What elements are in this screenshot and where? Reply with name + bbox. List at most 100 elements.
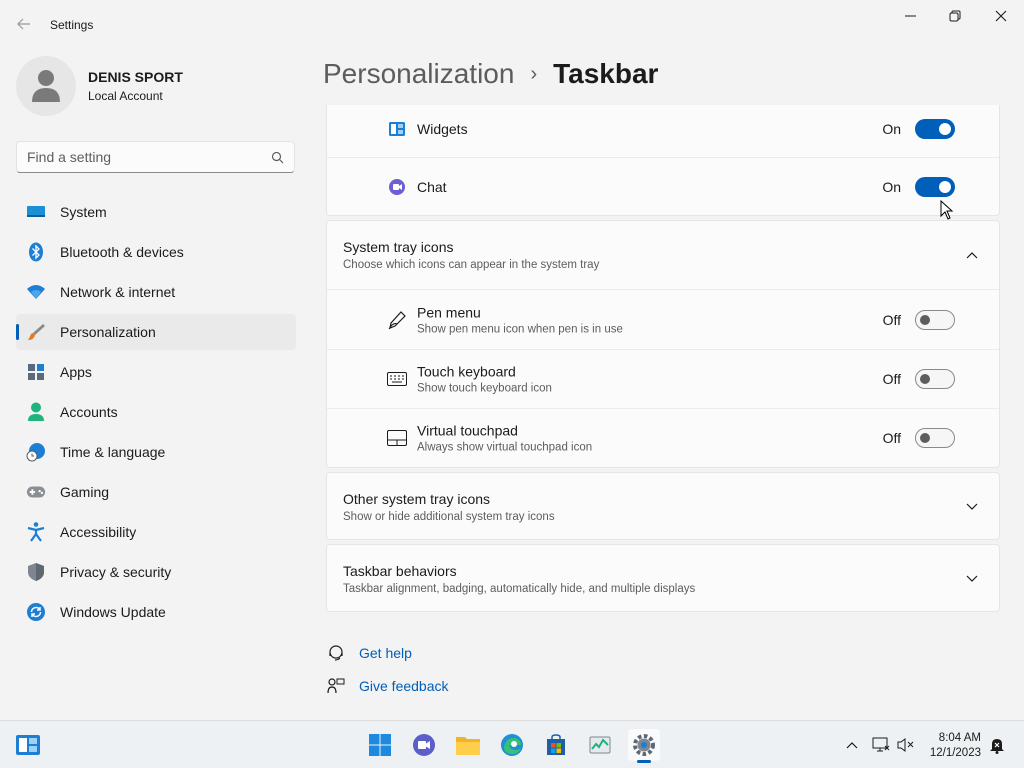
search-icon[interactable] <box>271 151 284 164</box>
sidebar-item-bluetooth[interactable]: Bluetooth & devices <box>16 234 296 270</box>
avatar <box>16 56 76 116</box>
chat-state: On <box>882 178 901 195</box>
back-button[interactable] <box>10 10 38 38</box>
widgets-row: Widgets On <box>327 105 999 157</box>
chat-icon <box>413 734 435 756</box>
file-explorer-button[interactable] <box>452 729 484 761</box>
virtual-touchpad-toggle[interactable] <box>915 428 955 448</box>
task-manager-icon <box>589 736 611 754</box>
clock[interactable]: 8:04 AM 12/1/2023 <box>930 731 981 761</box>
app-title: Settings <box>50 18 94 32</box>
get-help-link[interactable]: Get help <box>326 642 449 664</box>
minimize-button[interactable] <box>887 0 933 32</box>
pen-menu-sub: Show pen menu icon when pen is in use <box>417 323 623 335</box>
give-feedback-link[interactable]: Give feedback <box>326 675 449 697</box>
globe-clock-icon <box>26 442 46 462</box>
touch-keyboard-toggle[interactable] <box>915 369 955 389</box>
store-icon <box>547 734 565 755</box>
sidebar-item-accounts[interactable]: Accounts <box>16 394 296 430</box>
chevron-down-icon[interactable] <box>965 571 979 585</box>
user-icon <box>32 70 60 102</box>
accounts-icon <box>26 402 46 422</box>
clock-time: 8:04 AM <box>938 732 981 744</box>
sidebar-item-privacy[interactable]: Privacy & security <box>16 554 296 590</box>
maximize-button[interactable] <box>932 0 978 32</box>
wifi-icon <box>26 282 46 302</box>
close-button[interactable] <box>978 0 1024 32</box>
chevron-down-icon[interactable] <box>965 499 979 513</box>
taskbar-items-card: Widgets On Chat On <box>326 105 1000 216</box>
task-manager-button[interactable] <box>584 729 616 761</box>
other-tray-title: Other system tray icons <box>343 491 491 507</box>
system-tray-title: System tray icons <box>343 239 454 255</box>
pen-icon <box>387 310 407 330</box>
start-button[interactable] <box>364 729 396 761</box>
notification-bell-icon <box>990 739 1004 754</box>
chat-label: Chat <box>417 178 447 195</box>
profile-name: DENIS SPORT <box>88 69 183 85</box>
sidebar-item-label: Accessibility <box>60 524 137 540</box>
sidebar-item-label: Apps <box>60 364 92 380</box>
minimize-icon <box>904 15 916 17</box>
arrow-left-icon <box>17 18 30 30</box>
shield-icon <box>26 562 46 582</box>
chevron-up-icon[interactable] <box>965 248 979 262</box>
virtual-touchpad-sub: Always show virtual touchpad icon <box>417 441 593 454</box>
help-links: Get help Give feedback <box>326 642 449 708</box>
chat-toggle[interactable] <box>915 176 955 197</box>
breadcrumb-parent[interactable]: Personalization <box>323 58 514 90</box>
breadcrumb: Personalization › Taskbar <box>323 58 658 90</box>
sidebar-item-windows-update[interactable]: Windows Update <box>16 594 296 630</box>
sidebar-item-accessibility[interactable]: Accessibility <box>16 514 296 550</box>
pen-menu-state: Off <box>882 311 901 328</box>
widgets-state: On <box>882 121 901 137</box>
sidebar-item-label: Time & language <box>60 444 166 460</box>
restore-icon <box>949 10 961 22</box>
sidebar-nav: System Bluetooth & devices Network & int… <box>16 194 296 634</box>
virtual-touchpad-label: Virtual touchpad <box>417 422 518 439</box>
sidebar-item-gaming[interactable]: Gaming <box>16 474 296 510</box>
search-input[interactable] <box>27 149 271 165</box>
sidebar-item-apps[interactable]: Apps <box>16 354 296 390</box>
sidebar-item-label: Accounts <box>60 404 118 420</box>
widgets-taskbar-button[interactable] <box>12 729 44 761</box>
sidebar-item-label: Bluetooth & devices <box>60 244 184 260</box>
gamepad-icon <box>26 482 46 502</box>
user-profile[interactable]: DENIS SPORT Local Account <box>16 56 183 116</box>
system-tray-card: System tray icons Choose which icons can… <box>326 220 1000 468</box>
volume-muted-icon <box>897 738 914 752</box>
store-button[interactable] <box>540 729 572 761</box>
pen-menu-label: Pen menu <box>417 304 481 320</box>
pen-menu-row: Pen menu Show pen menu icon when pen is … <box>327 290 999 349</box>
notifications-button[interactable] <box>987 735 1007 755</box>
sidebar-item-network[interactable]: Network & internet <box>16 274 296 310</box>
volume-tray-button[interactable] <box>896 735 916 755</box>
search-box <box>16 141 295 173</box>
help-icon <box>326 643 346 663</box>
network-tray-button[interactable] <box>871 735 891 755</box>
system-tray-subtitle: Choose which icons can appear in the sys… <box>343 259 600 271</box>
sidebar-item-time-language[interactable]: Time & language <box>16 434 296 470</box>
mouse-cursor-icon <box>940 200 954 220</box>
other-tray-card[interactable]: Other system tray icons Show or hide add… <box>326 472 1000 540</box>
touch-keyboard-sub: Show touch keyboard icon <box>417 382 552 395</box>
show-hidden-icons-button[interactable] <box>842 735 862 755</box>
settings-taskbar-button[interactable] <box>628 729 660 763</box>
taskbar-behaviors-card[interactable]: Taskbar behaviors Taskbar alignment, bad… <box>326 544 1000 612</box>
sidebar-item-system[interactable]: System <box>16 194 296 230</box>
chat-taskbar-button[interactable] <box>408 729 440 761</box>
apps-icon <box>26 362 46 382</box>
widgets-toggle[interactable] <box>915 119 955 139</box>
other-tray-subtitle: Show or hide additional system tray icon… <box>343 511 555 523</box>
accessibility-icon <box>26 522 46 542</box>
chat-icon <box>387 177 407 197</box>
pen-menu-toggle[interactable] <box>915 309 955 330</box>
behaviors-subtitle: Taskbar alignment, badging, automaticall… <box>343 583 696 595</box>
system-tray-header[interactable]: System tray icons Choose which icons can… <box>327 221 999 289</box>
sidebar-item-personalization[interactable]: Personalization <box>16 314 296 350</box>
touch-keyboard-state: Off <box>882 371 901 387</box>
title-bar: Settings <box>0 0 1024 48</box>
gear-icon <box>633 734 655 756</box>
edge-browser-button[interactable] <box>496 729 528 761</box>
taskbar: 8:04 AM 12/1/2023 <box>0 720 1024 768</box>
